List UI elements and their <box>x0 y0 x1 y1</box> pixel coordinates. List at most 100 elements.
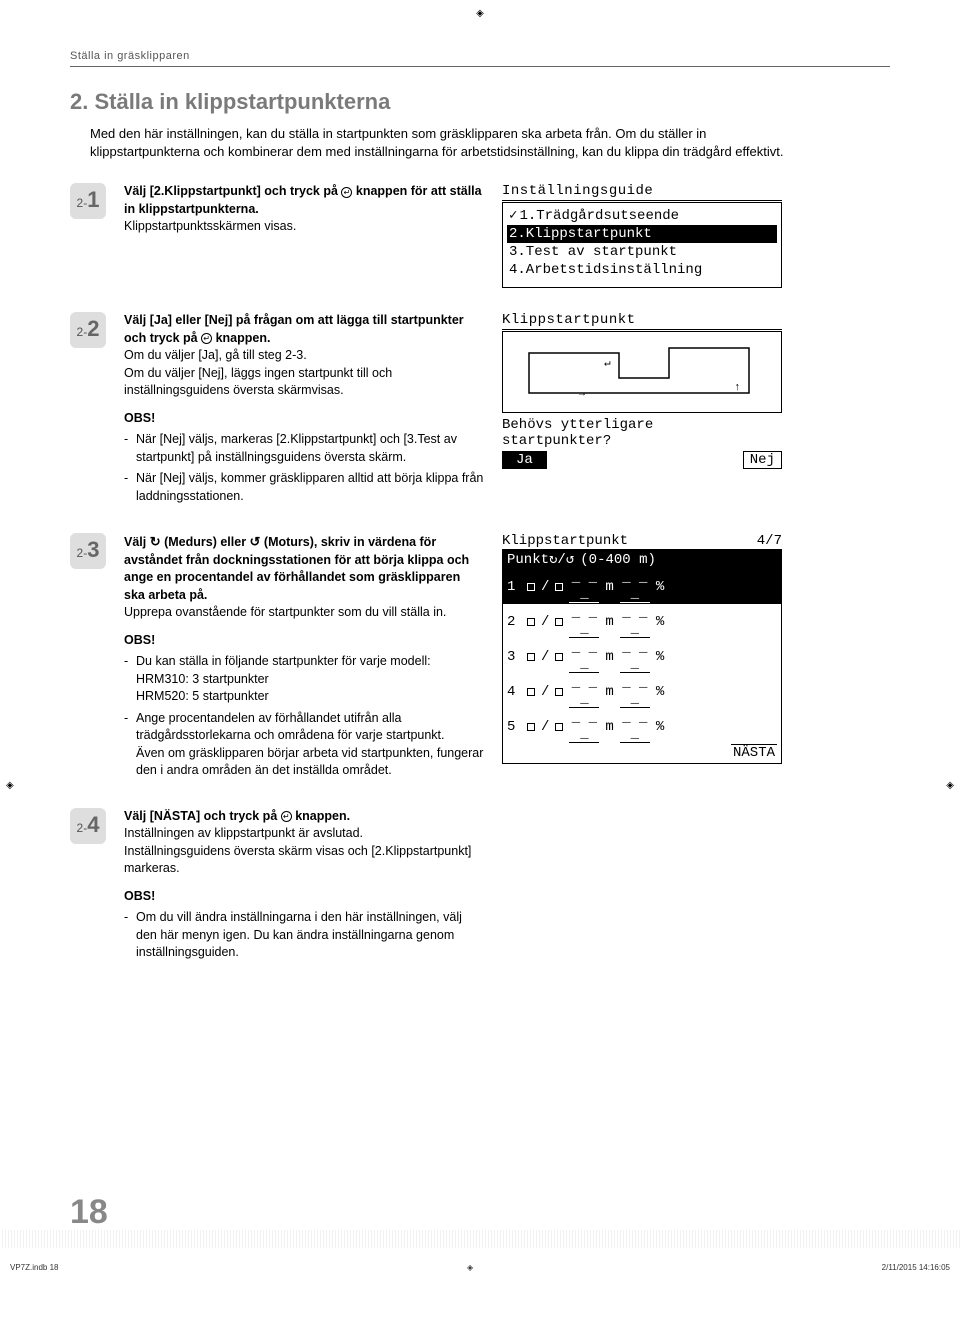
step-number: 1 <box>87 189 99 211</box>
footer-right: 2/11/2015 14:16:05 <box>882 1263 950 1272</box>
grass-graphic <box>0 1230 960 1248</box>
prompt-text: Behövs ytterligare startpunkter? <box>502 417 782 449</box>
step-prefix: 2- <box>77 325 88 339</box>
print-footer: VP7Z.indb 18 ◈ 2/11/2015 14:16:05 <box>0 1259 960 1276</box>
prompt-line1: Behövs ytterligare <box>502 417 782 433</box>
table-footer: NÄSTA <box>503 744 781 761</box>
enter-icon: ↵ <box>341 187 352 198</box>
obs-list: När [Nej] väljs, markeras [2.Klippstartp… <box>124 431 484 505</box>
screen-title: Klippstartpunkt <box>502 533 628 549</box>
obs-heading: OBS! <box>124 410 484 428</box>
step-bold-a: Välj [NÄSTA] och tryck på <box>124 809 281 823</box>
hdr-a: Punkt↻/↺ <box>507 551 574 568</box>
obs-item: När [Nej] väljs, markeras [2.Klippstartp… <box>124 431 484 466</box>
step-sub2: Om du väljer [Nej], läggs ingen startpun… <box>124 365 484 400</box>
header-divider <box>70 66 890 67</box>
next-label: NÄSTA <box>731 744 777 761</box>
step-badge: 2-1 <box>70 183 106 219</box>
svg-text:→: → <box>579 389 585 400</box>
table-row: 4/_ _ _m_ _ _% <box>503 674 781 709</box>
obs-text: Du kan ställa in följande startpunkter f… <box>136 654 431 668</box>
step-text: Välj [Ja] eller [Nej] på frågan om att l… <box>124 312 484 509</box>
screen-startpoint-table: Klippstartpunkt 4/7 Punkt↻/↺ (0-400 m) 1… <box>502 533 782 764</box>
obs-list: Om du vill ändra inställningarna i den h… <box>124 909 484 962</box>
screen-count: 4/7 <box>757 533 782 549</box>
svg-text:↑: ↑ <box>734 382 741 394</box>
crop-mark-left: ◈ <box>6 780 14 791</box>
step-bold-b: knappen. <box>292 809 350 823</box>
step-number: 2 <box>87 318 99 340</box>
step-sub: Upprepa ovanstående för startpunkter som… <box>124 604 484 622</box>
obs-heading: OBS! <box>124 632 484 650</box>
obs-heading: OBS! <box>124 888 484 906</box>
nej-button: Nej <box>743 451 782 469</box>
step-number: 3 <box>87 539 99 561</box>
table-row: 1/_ _ _m_ _ _% <box>503 569 781 604</box>
step-text: Välj ↻ (Medurs) eller ↺ (Moturs), skriv … <box>124 533 484 784</box>
obs-item: När [Nej] väljs, kommer gräsklipparen al… <box>124 470 484 505</box>
obs-text-sub: HRM520: 5 startpunkter <box>136 689 269 703</box>
ja-button: Ja <box>502 451 547 469</box>
table-header-row: Punkt↻/↺ (0-400 m) <box>503 550 781 569</box>
obs-item: Ange procentandelen av förhållandet utif… <box>124 710 484 780</box>
hdr-b: (0-400 m) <box>580 552 656 568</box>
step-sub1: Inställningen av klippstartpunkt är avsl… <box>124 825 484 843</box>
enter-icon: ↵ <box>201 333 212 344</box>
enter-icon: ↵ <box>281 811 292 822</box>
prompt-buttons: Ja Nej <box>502 451 782 469</box>
step-number: 4 <box>87 814 99 836</box>
screen-klippstartpunkt-prompt: Klippstartpunkt ↵ ↑ → Behövs ytterligare… <box>502 312 782 469</box>
menu-item-4: 4.Arbetstidsinställning <box>507 261 777 279</box>
obs-item: Du kan ställa in följande startpunkter f… <box>124 653 484 706</box>
step-bold-a: Välj [2.Klippstartpunkt] och tryck på <box>124 184 341 198</box>
crop-mark-right: ◈ <box>946 780 954 791</box>
ccw-icon: ↺ <box>250 534 261 549</box>
table-row: 3/_ _ _m_ _ _% <box>503 639 781 674</box>
step-2-3: 2-3 Välj ↻ (Medurs) eller ↺ (Moturs), sk… <box>70 533 890 784</box>
screen-diagram: ↵ ↑ → <box>502 331 782 413</box>
table-row: 2/_ _ _m_ _ _% <box>503 604 781 639</box>
step-bold-a: Välj [Ja] eller [Nej] på frågan om att l… <box>124 313 464 345</box>
crop-mark-top: ◈ <box>476 8 484 19</box>
step-sub: Klippstartpunktsskärmen visas. <box>124 218 484 236</box>
obs-text-sub: HRM310: 3 startpunkter <box>136 672 269 686</box>
screen-body: Punkt↻/↺ (0-400 m) 1/_ _ _m_ _ _%2/_ _ _… <box>502 550 782 764</box>
screen-title: Klippstartpunkt <box>502 312 782 330</box>
garden-outline-icon: ↵ ↑ → <box>509 338 769 406</box>
page-number: 18 <box>70 1193 108 1232</box>
step-sub1: Om du väljer [Ja], gå till steg 2-3. <box>124 347 484 365</box>
step-2-2: 2-2 Välj [Ja] eller [Nej] på frågan om a… <box>70 312 890 509</box>
table-row: 5/_ _ _m_ _ _% <box>503 709 781 744</box>
svg-text:↵: ↵ <box>604 358 611 370</box>
menu-item-3: 3.Test av startpunkt <box>507 243 777 261</box>
screen-settings-guide: Inställningsguide 1.Trädgårdsutseende 2.… <box>502 183 782 288</box>
obs-item: Om du vill ändra inställningarna i den h… <box>124 909 484 962</box>
footer-left: VP7Z.indb 18 <box>10 1263 58 1272</box>
menu-item-2-selected: 2.Klippstartpunkt <box>507 225 777 243</box>
header-breadcrumb: Ställa in gräsklipparen <box>70 50 890 62</box>
step-badge: 2-4 <box>70 808 106 844</box>
step-prefix: 2- <box>77 196 88 210</box>
step-prefix: 2- <box>77 546 88 560</box>
step-text: Välj [2.Klippstartpunkt] och tryck på ↵ … <box>124 183 484 236</box>
step-2-4: 2-4 Välj [NÄSTA] och tryck på ↵ knappen.… <box>70 808 890 966</box>
obs-text: Ange procentandelen av förhållandet utif… <box>136 711 445 743</box>
step-bold-a: Välj <box>124 535 150 549</box>
step-prefix: 2- <box>77 821 88 835</box>
screen-body: 1.Trädgårdsutseende 2.Klippstartpunkt 3.… <box>502 202 782 288</box>
prompt-line2: startpunkter? <box>502 433 782 449</box>
obs-text-sub: Även om gräsklipparen börjar arbeta vid … <box>136 746 483 778</box>
intro-paragraph: Med den här inställningen, kan du ställa… <box>90 125 810 161</box>
step-badge: 2-3 <box>70 533 106 569</box>
step-badge: 2-2 <box>70 312 106 348</box>
step-2-1: 2-1 Välj [2.Klippstartpunkt] och tryck p… <box>70 183 890 288</box>
step-text: Välj [NÄSTA] och tryck på ↵ knappen. Ins… <box>124 808 484 966</box>
screen-title: Inställningsguide <box>502 183 782 201</box>
step-bold-b: (Medurs) eller <box>161 535 250 549</box>
menu-item-1: 1.Trädgårdsutseende <box>507 206 777 225</box>
page: ◈ ◈ ◈ Ställa in gräsklipparen 2. Ställa … <box>0 0 960 1280</box>
screen-title-row: Klippstartpunkt 4/7 <box>502 533 782 550</box>
section-title: 2. Ställa in klippstartpunkterna <box>70 89 890 115</box>
obs-list: Du kan ställa in följande startpunkter f… <box>124 653 484 780</box>
step-bold-b: knappen. <box>212 331 270 345</box>
